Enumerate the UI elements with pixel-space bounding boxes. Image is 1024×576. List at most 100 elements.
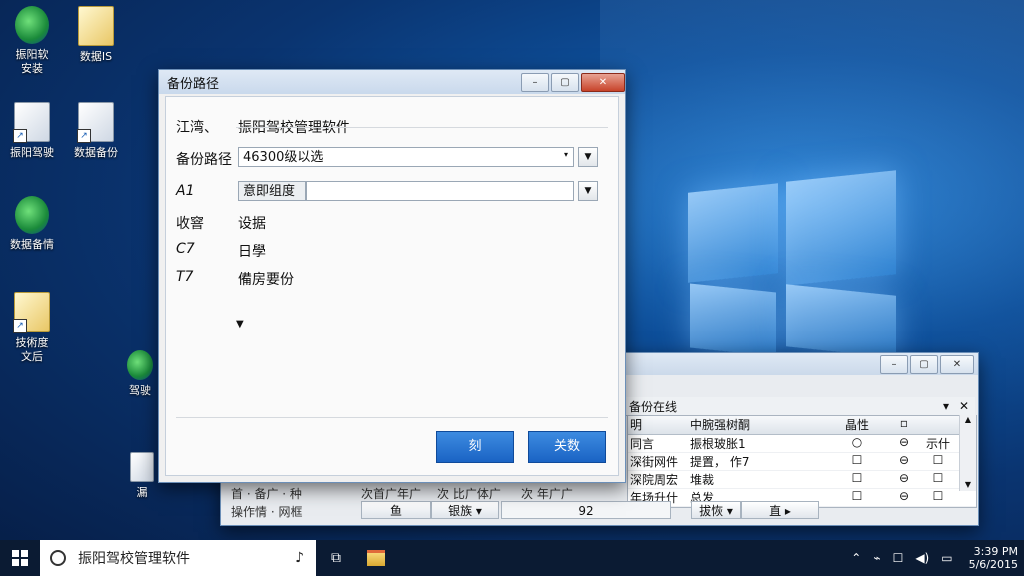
minus-icon[interactable]: ⊖	[888, 471, 920, 488]
ok-button[interactable]: 刻	[436, 431, 514, 463]
microphone-icon[interactable]: ♪	[295, 550, 304, 566]
backup-path-combo[interactable]: 46300级以选	[238, 147, 574, 167]
vertical-scrollbar[interactable]: ▲ ▼	[959, 415, 976, 491]
checkbox-icon[interactable]: ☐	[826, 453, 888, 470]
desktop-icon-installer[interactable]: 振阳软 安装	[0, 6, 64, 76]
dialog-title: 备份路径	[167, 76, 220, 92]
document-shortcut-icon: ↗	[13, 292, 50, 333]
desktop-icon-label: 驾驶	[129, 384, 151, 397]
checkbox-icon[interactable]: ☐	[826, 489, 888, 506]
desktop-icon-data[interactable]: 数据IS	[64, 6, 128, 64]
minimize-button[interactable]: –	[521, 72, 549, 92]
desktop-icon-app2[interactable]: 驾驶	[118, 350, 162, 398]
display-icon[interactable]: ▭	[941, 551, 952, 565]
maximize-button[interactable]: ▢	[551, 72, 579, 92]
left-label-b: 操作情 · 网框	[231, 505, 303, 519]
volume-icon[interactable]: ◀)	[915, 551, 929, 565]
desktop-icon-backup-info[interactable]: 数据备情	[0, 196, 64, 252]
table-row[interactable]: 深街网件 提置， 作7 ☐ ⊖ ☐	[628, 453, 976, 471]
checkbox-icon[interactable]: ☐	[920, 471, 956, 488]
row-value: 備房要份	[238, 272, 294, 288]
table-row[interactable]: 同言 振根玻胀1 ○ ⊖ 示什	[628, 435, 976, 453]
option-combo[interactable]	[306, 181, 574, 201]
close-icon[interactable]: ✕	[959, 399, 975, 413]
mid-label-c: 次 年广广	[521, 487, 573, 501]
backup-path-dialog[interactable]: 备份路径 – ▢ ✕ 江湾、 振阳驾校管理软件 备份路径 46300级以选 ▾ …	[158, 69, 626, 483]
maximize-button[interactable]: ▢	[910, 354, 938, 374]
row-label: T7	[176, 269, 194, 285]
wallpaper-pane	[786, 284, 896, 358]
row-label: 备份路径	[176, 152, 232, 168]
toolbar-button-3[interactable]: 拔恢 ▾	[691, 501, 741, 519]
minus-icon[interactable]: ⊖	[888, 435, 920, 452]
checkbox-icon[interactable]: ☐	[920, 489, 956, 506]
toolbar-button-2[interactable]: 银族 ▾	[431, 501, 499, 519]
taskbar: 振阳驾校管理软件 ♪ ⧉ ⌃ ⌁ ☐ ◀) ▭ 3:39 PM 5/6/2015	[0, 540, 1024, 576]
cortana-circle-icon	[50, 550, 66, 566]
table-cell: 同言	[630, 437, 655, 451]
app-icon	[15, 6, 49, 44]
desktop-icon-label: 数据IS	[79, 50, 113, 63]
minimize-button[interactable]: –	[880, 354, 908, 374]
task-view-icon[interactable]: ⧉	[316, 540, 356, 576]
dialog-titlebar[interactable]: 备份路径 – ▢ ✕	[159, 70, 625, 94]
desktop-icon-backup[interactable]: ↗ 数据备份	[64, 102, 128, 160]
row-value: 日學	[238, 244, 266, 260]
grid-col-header[interactable]: 晶性	[826, 416, 888, 434]
search-text: 振阳驾校管理软件	[78, 551, 190, 567]
shortcut-arrow-icon: ↗	[77, 129, 91, 143]
grid-col-header[interactable]: 明	[628, 416, 690, 434]
desktop-icon-app3[interactable]: 漏	[122, 452, 162, 500]
minus-icon[interactable]: ⊖	[888, 453, 920, 470]
combo-arrow-icon[interactable]: ▾	[564, 150, 568, 159]
mid-label-a: 次首广年广	[361, 487, 422, 501]
desktop-icon-label: 数据备份	[74, 146, 118, 159]
start-button[interactable]	[0, 540, 40, 576]
toolbar-field[interactable]: 92	[501, 501, 671, 519]
option-dropdown-button[interactable]: ▼	[578, 181, 598, 201]
chevron-up-icon[interactable]: ⌃	[851, 551, 861, 565]
row-label: A1	[176, 183, 195, 199]
expand-arrow-icon[interactable]: ▼	[236, 319, 244, 330]
toolbar-button-1[interactable]: 鱼	[361, 501, 431, 519]
toolbar-button-3-label: 拔恢	[699, 504, 724, 518]
notification-icon[interactable]: ☐	[893, 551, 904, 565]
divider	[236, 127, 608, 128]
windows-logo-icon	[12, 550, 28, 566]
browse-dropdown-button[interactable]: ▼	[578, 147, 598, 167]
checkbox-icon[interactable]: ☐	[920, 453, 956, 470]
close-button[interactable]: ✕	[581, 72, 625, 92]
scroll-up-icon[interactable]: ▲	[960, 415, 976, 424]
mid-label-b: 次 比广体广	[437, 487, 501, 501]
network-icon[interactable]: ⌁	[873, 551, 880, 565]
properties-grid[interactable]: 明 中腕强树酮 晶性 ▫ 同言 振根玻胀1 ○ ⊖ 示什 深街网件 提置， 作7…	[627, 415, 977, 508]
checkbox-icon[interactable]: ☐	[826, 471, 888, 488]
wallpaper-pane	[690, 283, 776, 357]
cancel-button[interactable]: 关数	[528, 431, 606, 463]
desktop-icon-driving[interactable]: ↗ 振阳驾驶	[0, 102, 64, 160]
table-row[interactable]: 深院周宏 堆裁 ☐ ⊖ ☐	[628, 471, 976, 489]
folder-icon	[367, 550, 385, 566]
scroll-down-icon[interactable]: ▼	[960, 480, 976, 489]
toolbar-button-4[interactable]: 直 ▸	[741, 501, 819, 519]
document-shortcut-icon: ↗	[13, 102, 50, 143]
shortcut-arrow-icon: ↗	[13, 129, 27, 143]
desktop-icon-doc[interactable]: ↗ 技術度 文后	[0, 292, 64, 364]
shortcut-arrow-icon: ↗	[13, 319, 27, 333]
minus-icon[interactable]: ⊖	[888, 489, 920, 506]
divider	[176, 417, 608, 418]
toolbar-button-2-label: 银族	[448, 504, 473, 518]
file-explorer-icon[interactable]	[356, 540, 396, 576]
radio-icon[interactable]: ○	[826, 435, 888, 452]
table-cell: 示什	[925, 437, 950, 451]
taskbar-clock[interactable]: 3:39 PM 5/6/2015	[969, 545, 1018, 571]
table-cell: 堆裁	[690, 473, 715, 487]
dropdown-icon[interactable]: ▾	[943, 399, 959, 413]
grid-col-toggle[interactable]: ▫	[888, 416, 920, 434]
close-button[interactable]: ✕	[940, 354, 974, 374]
taskbar-search-box[interactable]: 振阳驾校管理软件 ♪	[40, 540, 316, 576]
row-label: 江湾、	[176, 120, 218, 136]
wallpaper-pane	[786, 170, 896, 286]
grid-col-header[interactable]: 中腕强树酮	[690, 416, 826, 434]
left-label-a: 首 · 备广 · 种	[231, 487, 302, 501]
